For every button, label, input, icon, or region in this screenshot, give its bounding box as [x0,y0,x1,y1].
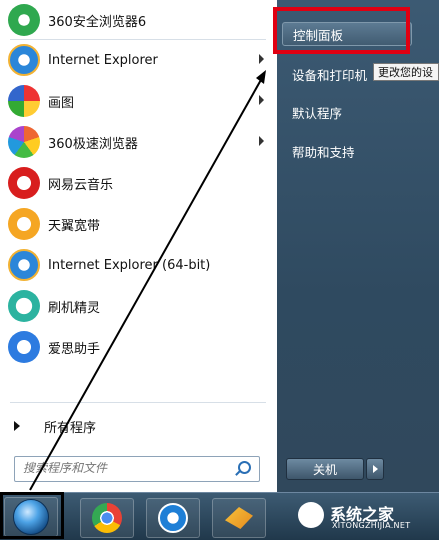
annotation-arrow [29,70,266,491]
annotation-arrow-line [29,77,263,491]
annotation-arrow-head [256,70,266,84]
